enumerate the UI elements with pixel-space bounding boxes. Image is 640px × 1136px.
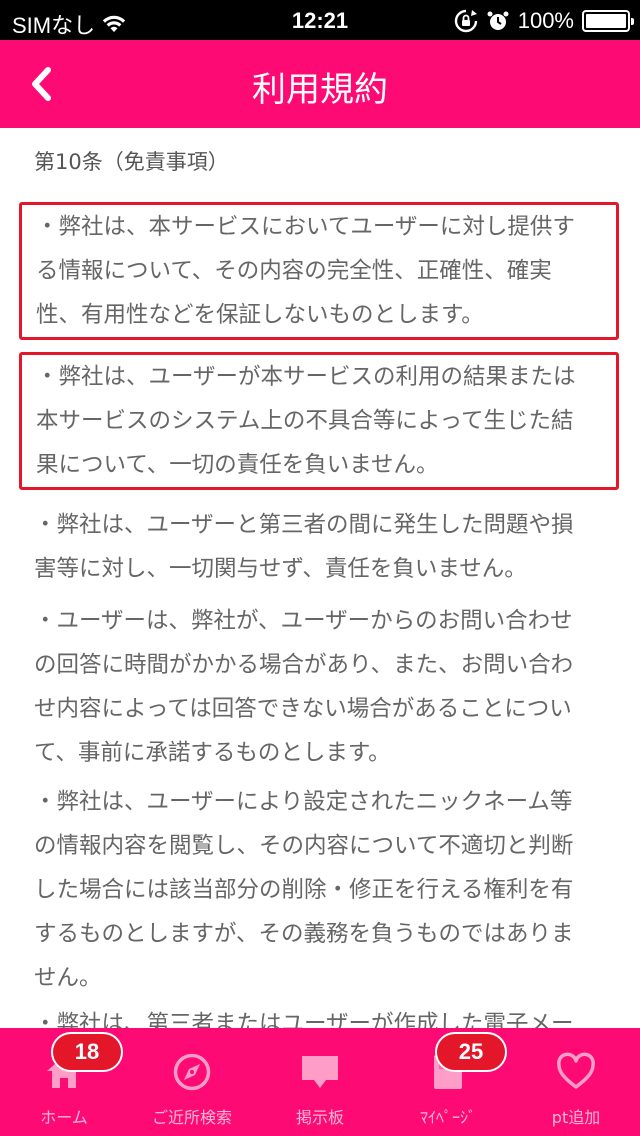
terms-paragraph-2: ・弊社は、ユーザーが本サービスの利用の結果または 本サービスのシステム上の不具合… — [19, 352, 619, 490]
paragraph-line: ・弊社は、ユーザーにより設定されたニックネーム等 — [34, 789, 573, 815]
rotation-lock-icon — [454, 9, 477, 33]
tab-bulletin-board[interactable]: 掲示板 — [256, 1028, 384, 1136]
compass-icon — [173, 1053, 211, 1091]
tab-label: ご近所検索 — [151, 1108, 232, 1127]
notification-badge: 18 — [51, 1032, 123, 1072]
paragraph-line: て、事前に承諾するものとします。 — [34, 740, 391, 766]
paragraph-line: 害等に対し、一切関与せず、責任を負いません。 — [34, 556, 527, 582]
paragraph-line: ・弊社は、ユーザーが本サービスの利用の結果または — [36, 364, 576, 390]
alarm-icon — [487, 11, 509, 30]
paragraph-line: 果について、一切の責任を負いません。 — [36, 452, 439, 478]
battery-fill — [586, 14, 626, 28]
nav-header: 利用規約 — [0, 40, 640, 128]
battery-icon — [582, 10, 634, 32]
terms-content[interactable]: 第10条（免責事項） ・弊社は、本サービスにおいてユーザーに対し提供す る情報に… — [0, 128, 640, 1028]
paragraph-line: ・ユーザーは、弊社が、ユーザーからのお問い合わせ — [34, 608, 573, 634]
heart-icon — [557, 1052, 595, 1089]
terms-paragraph-5: ・弊社は、ユーザーにより設定されたニックネーム等 の情報内容を閲覧し、その内容に… — [34, 780, 610, 1000]
tab-add-points[interactable]: pt追加 — [512, 1028, 640, 1136]
paragraph-line: ・弊社は、ユーザーと第三者の間に発生した問題や損 — [34, 512, 574, 538]
terms-paragraph-4: ・ユーザーは、弊社が、ユーザーからのお問い合わせ の回答に時間がかかる場合があり… — [34, 599, 610, 775]
notification-badge: 25 — [435, 1032, 507, 1072]
paragraph-line: の情報内容を閲覧し、その内容について不適切と判断 — [34, 833, 574, 859]
paragraph-line: するものとしますが、その義務を負うものではありま — [34, 921, 574, 947]
paragraph-line: せん。 — [34, 965, 102, 991]
tab-neighborhood-search[interactable]: ご近所検索 — [128, 1028, 256, 1136]
terms-paragraph-1: ・弊社は、本サービスにおいてユーザーに対し提供す る情報について、その内容の完全… — [19, 202, 619, 340]
paragraph-line: 性、有用性などを保証しないものとします。 — [36, 302, 484, 328]
tab-bar: ホーム ご近所検索 掲示板 ﾏｲﾍﾟｰｼﾞ pt追加 18 25 — [0, 1028, 640, 1136]
paragraph-line: ・弊社は、第三者またはユーザーが作成した電子メー — [34, 1011, 574, 1028]
paragraph-line: した場合には該当部分の削除・修正を行える権利を有 — [34, 877, 574, 903]
tab-label: pt追加 — [551, 1108, 601, 1127]
battery-percent: 100% — [517, 8, 574, 33]
paragraph-line: の回答に時間がかかる場合があり、また、お問い合わ — [34, 652, 574, 678]
paragraph-line: ・弊社は、本サービスにおいてユーザーに対し提供す — [36, 214, 575, 240]
status-right: 100% — [454, 8, 634, 34]
section-title: 第10条（免責事項） — [34, 150, 229, 174]
tab-label: ﾏｲﾍﾟｰｼﾞ — [419, 1108, 476, 1127]
tab-label: 掲示板 — [295, 1108, 344, 1127]
speech-bubble-icon — [302, 1056, 338, 1088]
paragraph-line: る情報について、その内容の完全性、正確性、確実 — [36, 258, 552, 284]
paragraph-line: 本サービスのシステム上の不具合等によって生じた結 — [36, 408, 574, 434]
page-title: 利用規約 — [252, 70, 388, 110]
terms-paragraph-3: ・弊社は、ユーザーと第三者の間に発生した問題や損 害等に対し、一切関与せず、責任… — [34, 503, 610, 591]
status-bar: SIMなし 12:21 100% — [0, 0, 640, 40]
terms-paragraph-6: ・弊社は、第三者またはユーザーが作成した電子メー — [34, 1002, 610, 1028]
tab-label: ホーム — [40, 1108, 88, 1127]
paragraph-line: せ内容によっては回答できない場合があることについ — [34, 696, 572, 722]
